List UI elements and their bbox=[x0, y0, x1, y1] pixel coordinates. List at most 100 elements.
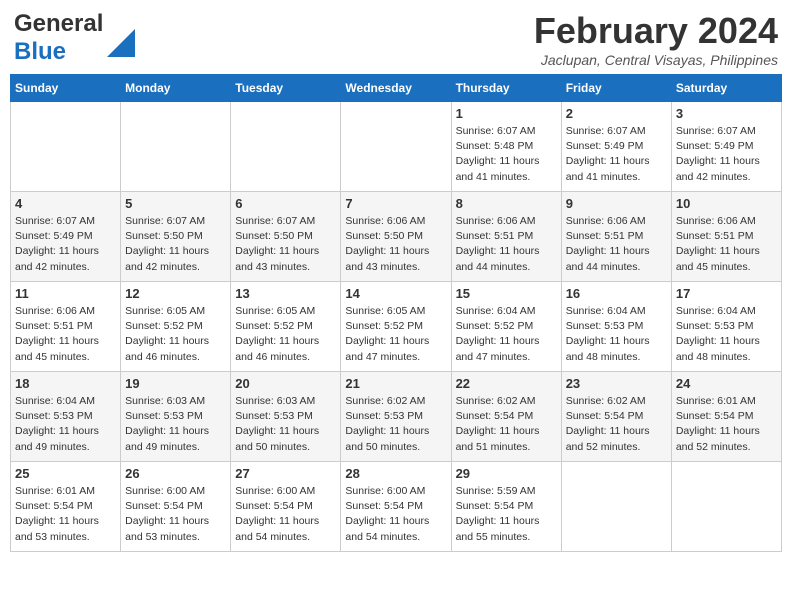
calendar-cell bbox=[561, 462, 671, 552]
location: Jaclupan, Central Visayas, Philippines bbox=[534, 52, 778, 68]
day-number: 15 bbox=[456, 286, 557, 301]
day-number: 11 bbox=[15, 286, 116, 301]
calendar-cell bbox=[121, 102, 231, 192]
week-row-3: 18Sunrise: 6:04 AM Sunset: 5:53 PM Dayli… bbox=[11, 372, 782, 462]
calendar-cell bbox=[341, 102, 451, 192]
calendar-cell bbox=[11, 102, 121, 192]
day-info: Sunrise: 6:03 AM Sunset: 5:53 PM Dayligh… bbox=[125, 394, 226, 455]
day-number: 8 bbox=[456, 196, 557, 211]
calendar-cell: 26 Sunrise: 6:00 AM Sunset: 5:54 PM Dayli… bbox=[121, 462, 231, 552]
calendar-cell: 23Sunrise: 6:02 AM Sunset: 5:54 PM Dayli… bbox=[561, 372, 671, 462]
day-number: 2 bbox=[566, 106, 667, 121]
day-info: Sunrise: 6:05 AM Sunset: 5:52 PM Dayligh… bbox=[345, 304, 446, 365]
day-info: Sunrise: 6:05 AM Sunset: 5:52 PM Dayligh… bbox=[125, 304, 226, 365]
calendar-cell: 3Sunrise: 6:07 AM Sunset: 5:49 PM Daylig… bbox=[671, 102, 781, 192]
weekday-header-friday: Friday bbox=[561, 75, 671, 102]
week-row-4: 25 Sunrise: 6:01 AM Sunset: 5:54 PM Dayli… bbox=[11, 462, 782, 552]
calendar-cell bbox=[671, 462, 781, 552]
calendar-cell: 2 Sunrise: 6:07 AM Sunset: 5:49 PM Daylig… bbox=[561, 102, 671, 192]
logo-icon bbox=[107, 29, 135, 57]
day-number: 28 bbox=[345, 466, 446, 481]
calendar-cell: 4Sunrise: 6:07 AM Sunset: 5:49 PM Daylig… bbox=[11, 192, 121, 282]
page-header: General Blue February 2024 Jaclupan, Cen… bbox=[10, 10, 782, 68]
day-info: Sunrise: 6:06 AM Sunset: 5:51 PM Dayligh… bbox=[15, 304, 116, 365]
calendar-cell: 14 Sunrise: 6:05 AM Sunset: 5:52 PM Dayli… bbox=[341, 282, 451, 372]
weekday-header-tuesday: Tuesday bbox=[231, 75, 341, 102]
day-number: 5 bbox=[125, 196, 226, 211]
day-number: 22 bbox=[456, 376, 557, 391]
calendar-cell: 15 Sunrise: 6:04 AM Sunset: 5:52 PM Dayli… bbox=[451, 282, 561, 372]
calendar-cell: 24 Sunrise: 6:01 AM Sunset: 5:54 PM Dayli… bbox=[671, 372, 781, 462]
calendar-cell: 21 Sunrise: 6:02 AM Sunset: 5:53 PM Dayli… bbox=[341, 372, 451, 462]
calendar-cell: 12 Sunrise: 6:05 AM Sunset: 5:52 PM Dayli… bbox=[121, 282, 231, 372]
day-info: Sunrise: 6:06 AM Sunset: 5:51 PM Dayligh… bbox=[566, 214, 667, 275]
day-number: 26 bbox=[125, 466, 226, 481]
weekday-header-sunday: Sunday bbox=[11, 75, 121, 102]
day-info: Sunrise: 6:02 AM Sunset: 5:53 PM Dayligh… bbox=[345, 394, 446, 455]
calendar-cell: 28 Sunrise: 6:00 AM Sunset: 5:54 PM Dayli… bbox=[341, 462, 451, 552]
day-info: Sunrise: 6:01 AM Sunset: 5:54 PM Dayligh… bbox=[676, 394, 777, 455]
calendar-cell: 1 Sunrise: 6:07 AM Sunset: 5:48 PM Daylig… bbox=[451, 102, 561, 192]
day-number: 7 bbox=[345, 196, 446, 211]
day-info: Sunrise: 6:04 AM Sunset: 5:53 PM Dayligh… bbox=[676, 304, 777, 365]
calendar-cell: 6 Sunrise: 6:07 AM Sunset: 5:50 PM Daylig… bbox=[231, 192, 341, 282]
day-number: 24 bbox=[676, 376, 777, 391]
day-number: 1 bbox=[456, 106, 557, 121]
calendar-cell: 7Sunrise: 6:06 AM Sunset: 5:50 PM Daylig… bbox=[341, 192, 451, 282]
calendar-cell: 17Sunrise: 6:04 AM Sunset: 5:53 PM Dayli… bbox=[671, 282, 781, 372]
logo: General Blue bbox=[14, 10, 135, 66]
weekday-header-row: SundayMondayTuesdayWednesdayThursdayFrid… bbox=[11, 75, 782, 102]
day-info: Sunrise: 6:07 AM Sunset: 5:50 PM Dayligh… bbox=[235, 214, 336, 275]
day-number: 13 bbox=[235, 286, 336, 301]
day-number: 27 bbox=[235, 466, 336, 481]
weekday-header-saturday: Saturday bbox=[671, 75, 781, 102]
day-info: Sunrise: 6:00 AM Sunset: 5:54 PM Dayligh… bbox=[235, 484, 336, 545]
calendar-table: SundayMondayTuesdayWednesdayThursdayFrid… bbox=[10, 74, 782, 552]
calendar-cell: 20 Sunrise: 6:03 AM Sunset: 5:53 PM Dayli… bbox=[231, 372, 341, 462]
day-number: 20 bbox=[235, 376, 336, 391]
day-number: 12 bbox=[125, 286, 226, 301]
day-number: 14 bbox=[345, 286, 446, 301]
day-number: 25 bbox=[15, 466, 116, 481]
day-info: Sunrise: 6:03 AM Sunset: 5:53 PM Dayligh… bbox=[235, 394, 336, 455]
title-area: February 2024 Jaclupan, Central Visayas,… bbox=[534, 10, 778, 68]
day-number: 19 bbox=[125, 376, 226, 391]
week-row-0: 1 Sunrise: 6:07 AM Sunset: 5:48 PM Daylig… bbox=[11, 102, 782, 192]
calendar-cell: 9 Sunrise: 6:06 AM Sunset: 5:51 PM Daylig… bbox=[561, 192, 671, 282]
day-number: 9 bbox=[566, 196, 667, 211]
day-number: 10 bbox=[676, 196, 777, 211]
calendar-cell: 29Sunrise: 5:59 AM Sunset: 5:54 PM Dayli… bbox=[451, 462, 561, 552]
day-info: Sunrise: 6:06 AM Sunset: 5:51 PM Dayligh… bbox=[456, 214, 557, 275]
day-info: Sunrise: 6:00 AM Sunset: 5:54 PM Dayligh… bbox=[345, 484, 446, 545]
logo-blue: Blue bbox=[14, 38, 66, 65]
day-number: 29 bbox=[456, 466, 557, 481]
day-number: 21 bbox=[345, 376, 446, 391]
calendar-cell: 19 Sunrise: 6:03 AM Sunset: 5:53 PM Dayli… bbox=[121, 372, 231, 462]
day-number: 18 bbox=[15, 376, 116, 391]
day-info: Sunrise: 6:06 AM Sunset: 5:51 PM Dayligh… bbox=[676, 214, 777, 275]
calendar-cell: 8 Sunrise: 6:06 AM Sunset: 5:51 PM Daylig… bbox=[451, 192, 561, 282]
day-info: Sunrise: 6:04 AM Sunset: 5:53 PM Dayligh… bbox=[566, 304, 667, 365]
day-info: Sunrise: 6:07 AM Sunset: 5:48 PM Dayligh… bbox=[456, 124, 557, 185]
calendar-cell: 13 Sunrise: 6:05 AM Sunset: 5:52 PM Dayli… bbox=[231, 282, 341, 372]
calendar-cell: 16Sunrise: 6:04 AM Sunset: 5:53 PM Dayli… bbox=[561, 282, 671, 372]
day-info: Sunrise: 6:02 AM Sunset: 5:54 PM Dayligh… bbox=[566, 394, 667, 455]
logo-general: General bbox=[14, 10, 103, 37]
day-number: 4 bbox=[15, 196, 116, 211]
month-title: February 2024 bbox=[534, 10, 778, 52]
calendar-cell: 5Sunrise: 6:07 AM Sunset: 5:50 PM Daylig… bbox=[121, 192, 231, 282]
day-info: Sunrise: 6:01 AM Sunset: 5:54 PM Dayligh… bbox=[15, 484, 116, 545]
day-number: 6 bbox=[235, 196, 336, 211]
day-info: Sunrise: 6:07 AM Sunset: 5:49 PM Dayligh… bbox=[676, 124, 777, 185]
calendar-cell: 25 Sunrise: 6:01 AM Sunset: 5:54 PM Dayli… bbox=[11, 462, 121, 552]
day-info: Sunrise: 6:04 AM Sunset: 5:52 PM Dayligh… bbox=[456, 304, 557, 365]
calendar-cell: 27 Sunrise: 6:00 AM Sunset: 5:54 PM Dayli… bbox=[231, 462, 341, 552]
day-info: Sunrise: 6:00 AM Sunset: 5:54 PM Dayligh… bbox=[125, 484, 226, 545]
weekday-header-wednesday: Wednesday bbox=[341, 75, 451, 102]
day-info: Sunrise: 6:07 AM Sunset: 5:49 PM Dayligh… bbox=[566, 124, 667, 185]
day-info: Sunrise: 6:05 AM Sunset: 5:52 PM Dayligh… bbox=[235, 304, 336, 365]
calendar-cell bbox=[231, 102, 341, 192]
calendar-cell: 11 Sunrise: 6:06 AM Sunset: 5:51 PM Dayli… bbox=[11, 282, 121, 372]
calendar-cell: 10 Sunrise: 6:06 AM Sunset: 5:51 PM Dayli… bbox=[671, 192, 781, 282]
calendar-cell: 22Sunrise: 6:02 AM Sunset: 5:54 PM Dayli… bbox=[451, 372, 561, 462]
